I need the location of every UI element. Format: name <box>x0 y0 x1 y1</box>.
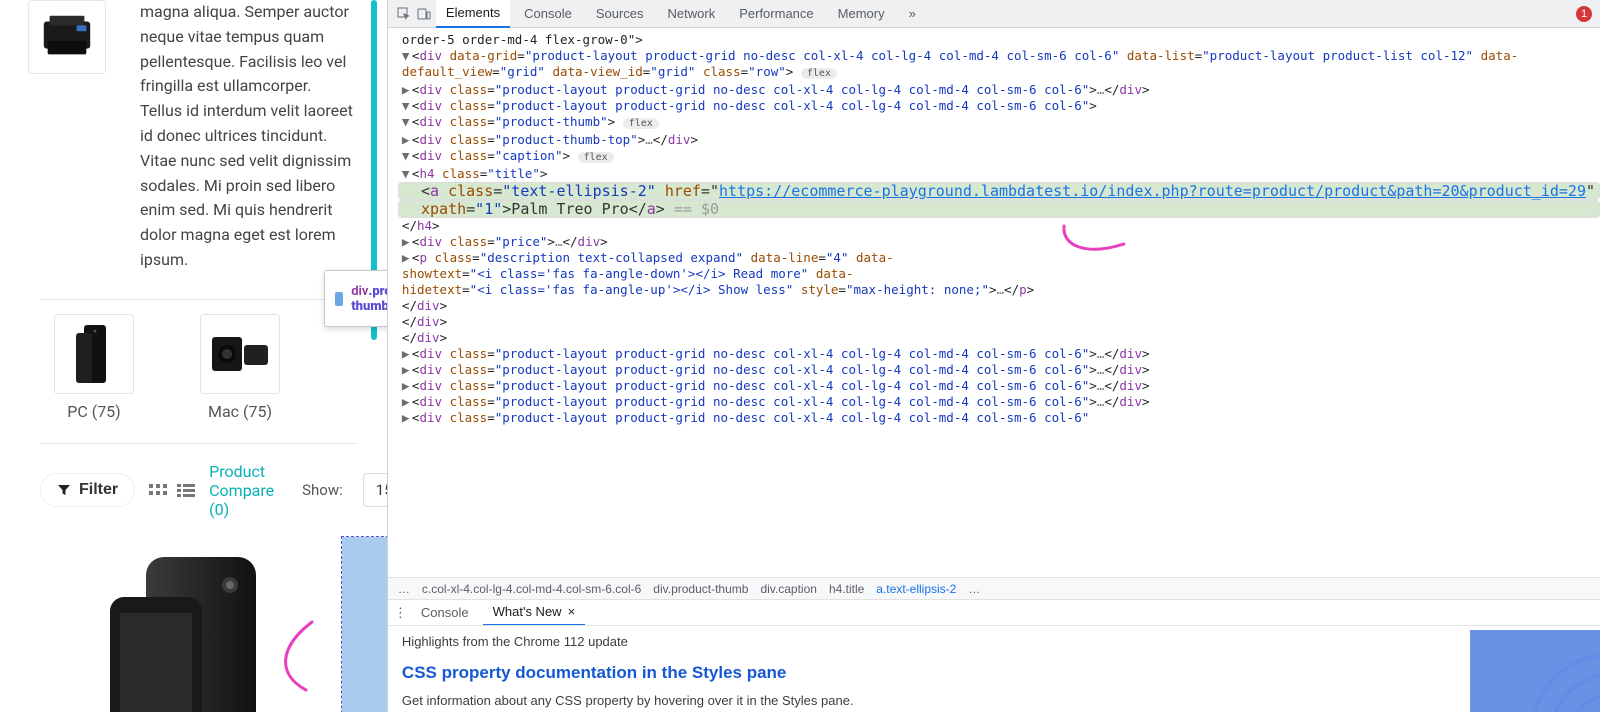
inspect-element-icon[interactable] <box>396 6 412 22</box>
drawer-tabbar: ⋮ Console What's New × <box>388 599 1600 625</box>
product-grid: HTC Touch HD $146.00 <box>20 529 387 712</box>
show-select[interactable]: 15 ▾ <box>363 473 387 507</box>
whatsnew-highlights: Highlights from the Chrome 112 update <box>402 634 1586 649</box>
drawer-content: Highlights from the Chrome 112 update CS… <box>388 625 1600 712</box>
filter-label: Filter <box>79 481 118 499</box>
product-toolbar: Filter Product Compare (0) Show: 15 ▾ So… <box>20 458 387 529</box>
close-icon[interactable]: × <box>568 604 576 619</box>
tab-network[interactable]: Network <box>658 0 726 28</box>
tab-elements[interactable]: Elements <box>436 0 510 28</box>
drawer-tab-console[interactable]: Console <box>411 600 479 626</box>
device-toolbar-icon[interactable] <box>416 6 432 22</box>
inspect-tooltip: div.product-thumb 276.66 × 407.76 <box>324 270 387 327</box>
subcategory-label: Mac (75) <box>200 402 280 421</box>
product-card-inspected[interactable]: Palm Treo Pro $337.99 <box>342 537 387 712</box>
whatsnew-body: Get information about any CSS property b… <box>402 693 1586 708</box>
funnel-icon <box>57 483 71 497</box>
category-thumb-printer[interactable] <box>28 0 106 74</box>
subcategory-pc[interactable]: PC (75) <box>54 314 134 421</box>
decorative-waves <box>1470 630 1600 712</box>
elements-breadcrumb[interactable]: … c.col-xl-4.col-lg-4.col-md-4.col-sm-6.… <box>388 577 1600 599</box>
drawer-tab-whatsnew[interactable]: What's New × <box>483 600 586 626</box>
whatsnew-heading[interactable]: CSS property documentation in the Styles… <box>402 663 1586 683</box>
tab-memory[interactable]: Memory <box>828 0 895 28</box>
tab-sources[interactable]: Sources <box>586 0 654 28</box>
error-count-badge[interactable]: 1 <box>1576 6 1592 22</box>
divider <box>40 299 357 300</box>
compare-link[interactable]: Product Compare (0) <box>209 462 274 519</box>
page-content: magna aliqua. Semper auctor neque vitae … <box>0 0 387 712</box>
product-image[interactable] <box>342 537 387 712</box>
product-image[interactable] <box>40 537 320 712</box>
elements-tree[interactable]: order-5 order-md-4 flex-grow-0">▼<div da… <box>388 28 1600 577</box>
filter-button[interactable]: Filter <box>40 473 135 507</box>
subcategory-list: PC (75) Mac (75) <box>20 314 387 421</box>
tab-console[interactable]: Console <box>514 0 582 28</box>
tab-performance[interactable]: Performance <box>729 0 823 28</box>
divider <box>40 443 357 444</box>
list-view-icon[interactable] <box>177 483 195 497</box>
tab-more[interactable]: » <box>899 0 926 28</box>
drawer-menu-icon[interactable]: ⋮ <box>394 605 407 621</box>
subcategory-label: PC (75) <box>54 402 134 421</box>
devtools-tabbar: Elements Console Sources Network Perform… <box>388 0 1600 28</box>
subcategory-mac[interactable]: Mac (75) <box>200 314 280 421</box>
grid-view-icon[interactable] <box>149 483 167 497</box>
inspect-badge-icon <box>335 292 343 306</box>
devtools-panel: Elements Console Sources Network Perform… <box>387 0 1600 712</box>
show-label: Show: <box>302 481 343 499</box>
product-card[interactable]: HTC Touch HD $146.00 <box>40 537 320 712</box>
